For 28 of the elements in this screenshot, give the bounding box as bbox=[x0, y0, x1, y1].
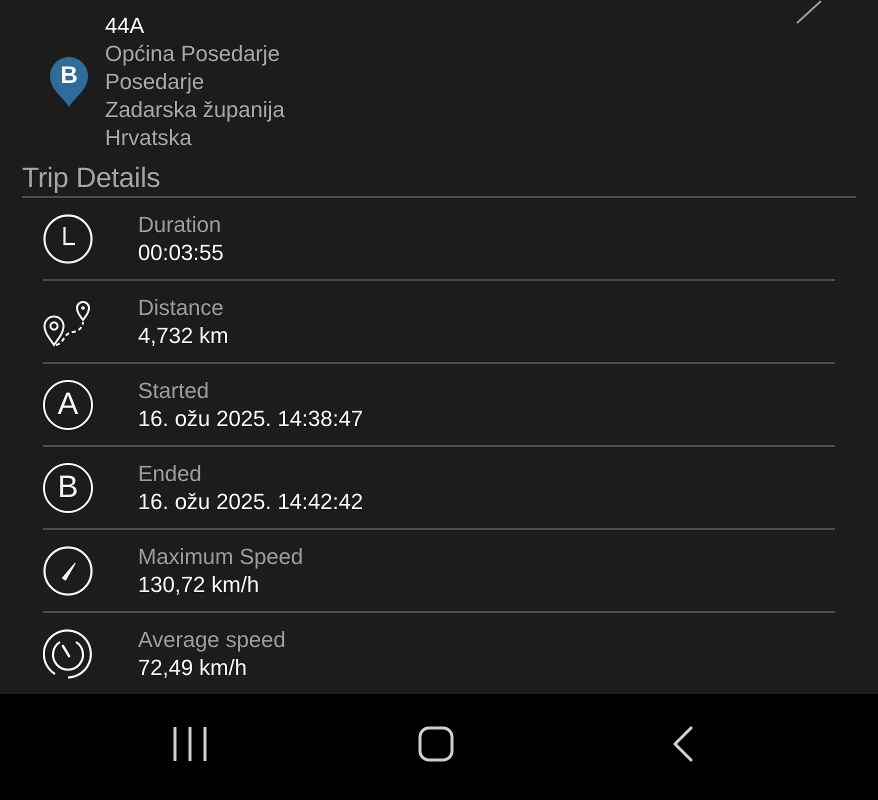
address-line: Zadarska županija bbox=[105, 96, 285, 124]
detail-label: Started bbox=[138, 376, 210, 404]
detail-value: 130,72 km/h bbox=[138, 570, 260, 598]
detail-label: Average speed bbox=[138, 626, 286, 654]
detail-label: Ended bbox=[138, 460, 203, 488]
clock-icon bbox=[43, 214, 93, 264]
street-number: 44A bbox=[105, 12, 146, 40]
recent-apps-icon[interactable] bbox=[173, 727, 208, 761]
map-pin-icon: B bbox=[50, 57, 88, 107]
home-icon[interactable] bbox=[418, 726, 454, 762]
address-line: Općina Posedarje bbox=[105, 40, 281, 68]
detail-value: 16. ožu 2025. 14:42:42 bbox=[138, 488, 364, 516]
address-line: Hrvatska bbox=[105, 124, 193, 152]
detail-value: 4,732 km bbox=[138, 322, 228, 350]
address-line: Posedarje bbox=[105, 68, 206, 96]
speedometer-icon bbox=[43, 546, 93, 596]
diagonal-line-icon bbox=[796, 0, 822, 24]
detail-label: Maximum Speed bbox=[138, 542, 304, 570]
detail-value: 16. ožu 2025. 14:38:47 bbox=[138, 404, 364, 432]
section-title: Trip Details bbox=[22, 160, 856, 198]
letter-circle-icon: B bbox=[43, 462, 93, 512]
detail-value: 72,49 km/h bbox=[138, 654, 248, 682]
gauge-icon bbox=[43, 628, 93, 678]
detail-label: Distance bbox=[138, 294, 225, 322]
detail-value: 00:03:55 bbox=[138, 238, 224, 266]
letter-circle-icon: A bbox=[43, 380, 93, 430]
detail-label: Duration bbox=[138, 210, 222, 238]
back-icon[interactable] bbox=[672, 726, 694, 762]
